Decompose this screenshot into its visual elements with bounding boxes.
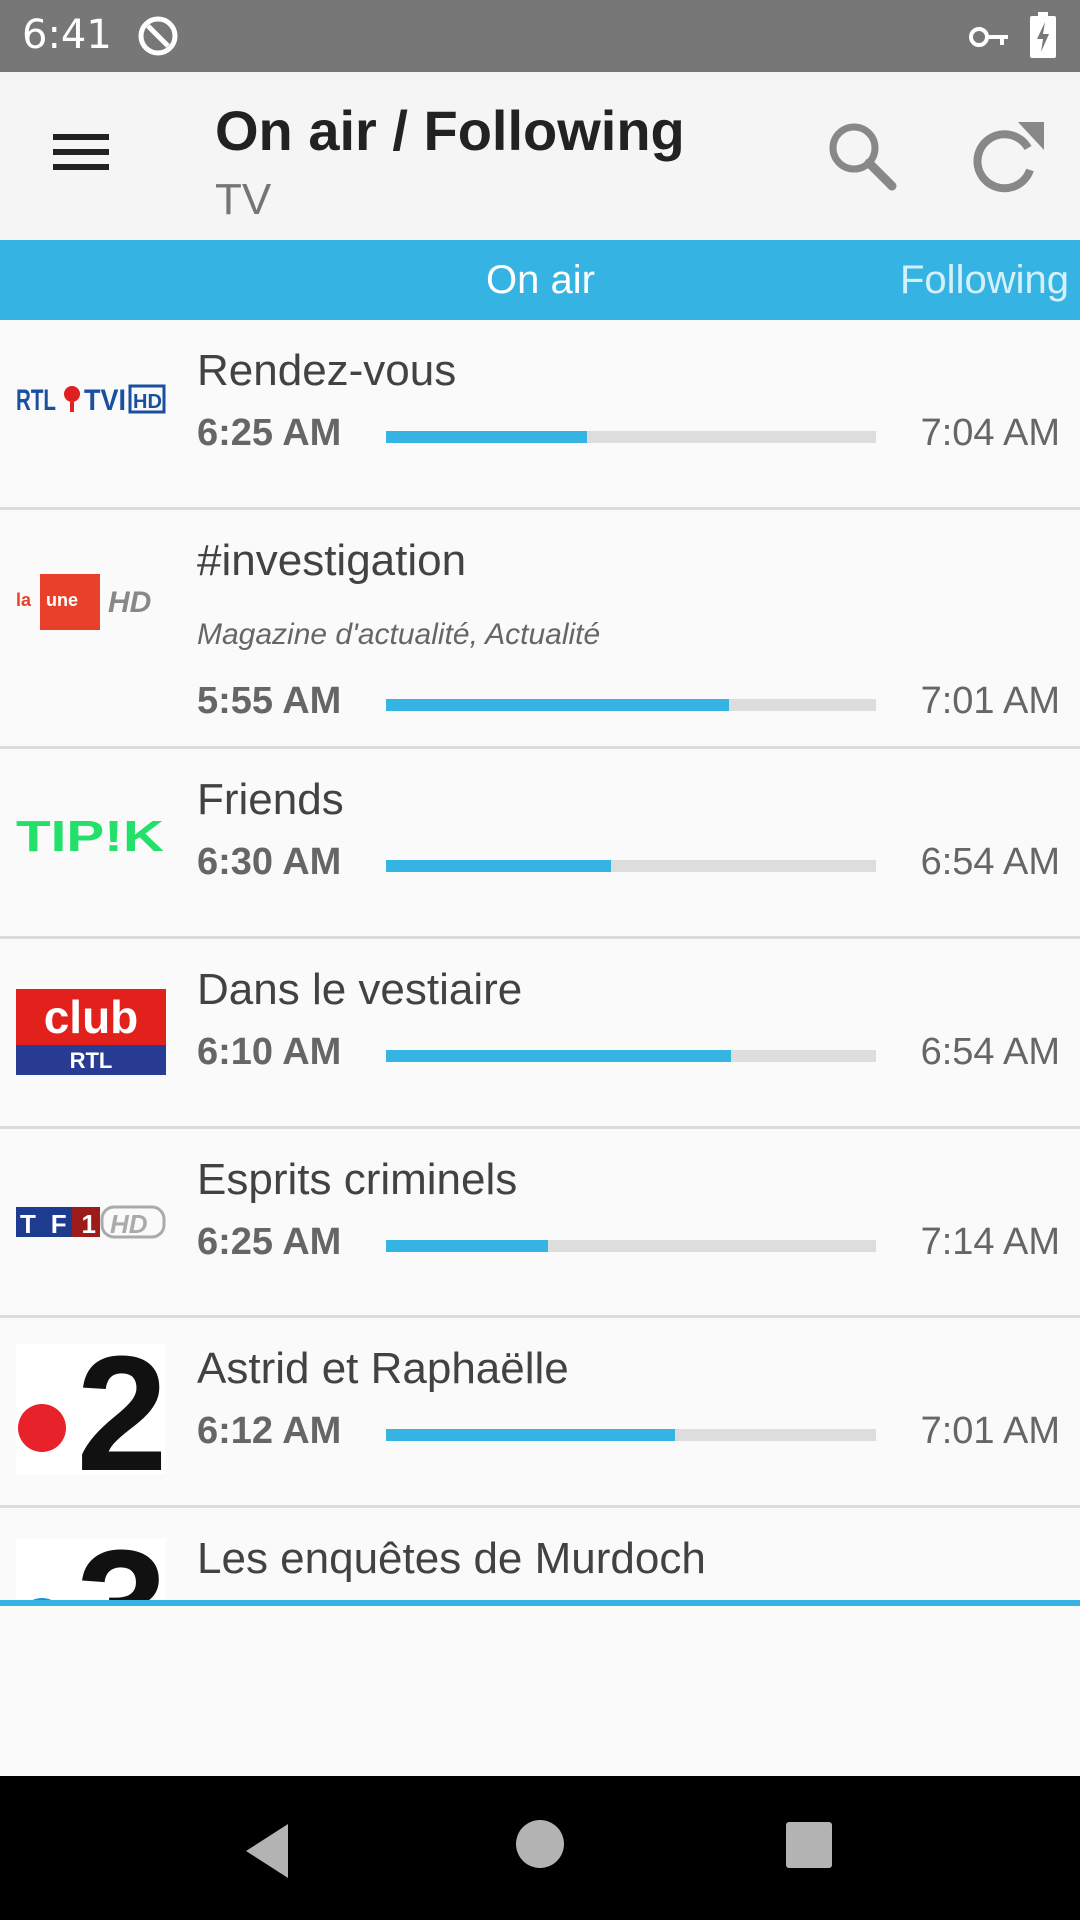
progress-bar xyxy=(386,860,876,872)
progress-bar xyxy=(386,1240,876,1252)
logo-part: RTL xyxy=(16,384,56,417)
program-row[interactable]: TIP!K Friends 6:30 AM 6:54 AM xyxy=(0,749,1080,939)
progress-fill xyxy=(386,1429,676,1441)
program-row[interactable]: RTL TVI HD Rendez-vous 6:25 AM 7:04 AM xyxy=(0,320,1080,510)
end-time: 7:01 AM xyxy=(920,1410,1060,1452)
end-time: 7:04 AM xyxy=(920,412,1060,454)
program-row[interactable]: 3 Les enquêtes de Murdoch xyxy=(0,1508,1080,1604)
list-scroll-indicator xyxy=(0,1600,1080,1606)
menu-button[interactable] xyxy=(36,112,128,192)
recents-icon[interactable] xyxy=(786,1822,832,1868)
logo-part: club xyxy=(44,991,139,1043)
tab-bar: On air Following xyxy=(0,240,1080,320)
end-time: 7:14 AM xyxy=(920,1221,1060,1263)
start-time: 6:10 AM xyxy=(197,1031,342,1073)
menu-icon xyxy=(53,134,109,170)
end-time: 7:01 AM xyxy=(920,680,1060,722)
start-time: 5:55 AM xyxy=(197,680,342,722)
logo-part: TF1 xyxy=(20,1209,96,1239)
tf1-logo: TF1 HD xyxy=(16,1205,166,1239)
status-bar: 6:41 xyxy=(0,0,1080,72)
club-rtl-logo: club RTL xyxy=(16,989,166,1075)
page-title: On air / Following xyxy=(215,99,685,162)
logo-part: HD xyxy=(133,391,162,413)
progress-bar xyxy=(386,699,876,711)
tab-following[interactable]: Following xyxy=(900,258,1069,303)
battery-charging-icon xyxy=(1030,12,1056,58)
vpn-key-icon xyxy=(969,27,1008,47)
start-time: 6:25 AM xyxy=(197,412,342,454)
end-time: 6:54 AM xyxy=(920,1031,1060,1073)
program-title: Dans le vestiaire xyxy=(197,965,523,1014)
home-icon[interactable] xyxy=(516,1820,564,1868)
start-time: 6:12 AM xyxy=(197,1410,342,1452)
logo-part: RTL xyxy=(70,1048,113,1073)
refresh-button[interactable] xyxy=(962,112,1052,202)
status-time: 6:41 xyxy=(22,12,112,58)
page-subtitle: TV xyxy=(215,175,272,224)
app-bar: On air / Following TV xyxy=(0,72,1080,240)
program-genre: Magazine d'actualité, Actualité xyxy=(197,618,601,651)
france-3-logo: 3 xyxy=(16,1538,166,1604)
rtl-tvi-logo: RTL TVI HD xyxy=(16,384,166,417)
program-title: Les enquêtes de Murdoch xyxy=(197,1534,706,1583)
end-time: 6:54 AM xyxy=(920,841,1060,883)
start-time: 6:25 AM xyxy=(197,1221,342,1263)
back-icon[interactable] xyxy=(240,1816,300,1886)
program-row[interactable]: 2 Astrid et Raphaëlle 6:12 AM 7:01 AM xyxy=(0,1318,1080,1508)
logo-part: la xyxy=(16,590,32,610)
program-row[interactable]: la une HD #investigation Magazine d'actu… xyxy=(0,510,1080,749)
logo-part: 3 xyxy=(76,1538,166,1604)
program-title: Friends xyxy=(197,775,344,824)
refresh-icon xyxy=(973,122,1044,193)
progress-bar xyxy=(386,1050,876,1062)
search-button[interactable] xyxy=(818,112,908,202)
q-icon xyxy=(138,16,178,56)
progress-bar xyxy=(386,431,876,443)
france-2-logo: 2 xyxy=(16,1344,166,1474)
progress-fill xyxy=(386,699,729,711)
progress-fill xyxy=(386,1240,548,1252)
tab-on-air[interactable]: On air xyxy=(486,258,595,303)
tipik-logo: TIP!K xyxy=(16,812,164,859)
program-list[interactable]: RTL TVI HD Rendez-vous 6:25 AM 7:04 AM l… xyxy=(0,320,1080,1604)
progress-fill xyxy=(386,1050,732,1062)
program-row[interactable]: club RTL Dans le vestiaire 6:10 AM 6:54 … xyxy=(0,939,1080,1129)
program-title: #investigation xyxy=(197,536,467,585)
start-time: 6:30 AM xyxy=(197,841,342,883)
logo-part: HD xyxy=(108,586,151,619)
progress-fill xyxy=(386,860,612,872)
logo-part: TVI xyxy=(84,384,126,417)
logo-part: HD xyxy=(110,1209,148,1239)
logo-part: 2 xyxy=(76,1344,166,1474)
program-title: Astrid et Raphaëlle xyxy=(197,1344,569,1393)
program-title: Esprits criminels xyxy=(197,1155,518,1204)
progress-fill xyxy=(386,431,587,443)
logo-part: TIP!K xyxy=(16,812,164,859)
logo-part: une xyxy=(46,590,78,610)
la-une-logo: la une HD xyxy=(16,574,151,630)
progress-bar xyxy=(386,1429,876,1441)
program-title: Rendez-vous xyxy=(197,346,457,395)
search-icon xyxy=(829,123,897,191)
program-row[interactable]: TF1 HD Esprits criminels 6:25 AM 7:14 AM xyxy=(0,1129,1080,1318)
navigation-bar xyxy=(0,1776,1080,1920)
